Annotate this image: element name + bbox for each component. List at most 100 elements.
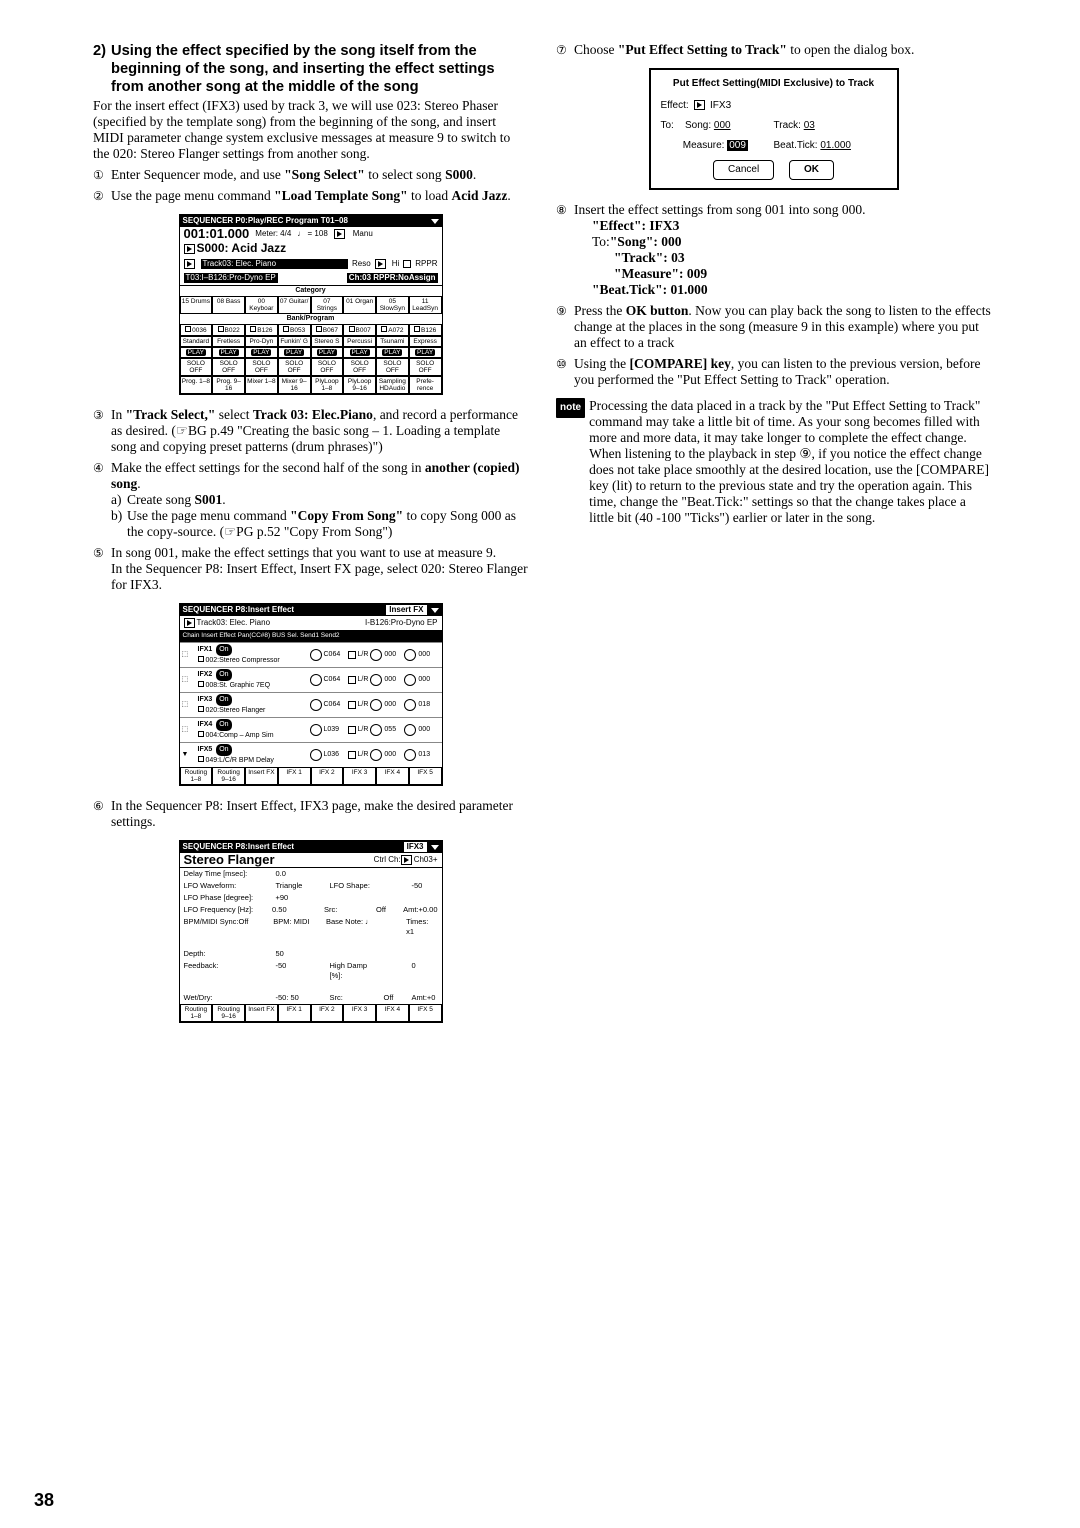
cell[interactable]: Prog. 1–8: [180, 376, 213, 394]
cell[interactable]: Routing 1–8: [180, 767, 213, 785]
param-row[interactable]: Depth:50: [180, 948, 442, 960]
cell[interactable]: Pro-Dyn: [245, 336, 278, 347]
ifx-row[interactable]: ⬚IFX2 On 008:St. Graphic 7EQC064L/R00000…: [180, 667, 442, 692]
dlg-song-value[interactable]: 000: [714, 120, 731, 131]
dlg-measure-value[interactable]: 009: [727, 140, 748, 151]
cell[interactable]: Routing 9–16: [212, 767, 245, 785]
param-row[interactable]: [180, 982, 442, 992]
dlg-beat-value[interactable]: 01.000: [820, 140, 851, 151]
cell[interactable]: PLAY: [409, 347, 442, 358]
cell[interactable]: PlyLoop 9–16: [343, 376, 376, 394]
cell[interactable]: 08 Bass: [212, 296, 245, 314]
cell[interactable]: 15 Drums: [180, 296, 213, 314]
cell[interactable]: Routing 1–8: [180, 1004, 213, 1022]
cell[interactable]: PlyLoop 1–8: [311, 376, 344, 394]
dlg-effect-value[interactable]: IFX3: [710, 100, 731, 111]
dlg-cancel-button[interactable]: Cancel: [713, 160, 774, 180]
cell[interactable]: A072: [376, 324, 409, 336]
cell[interactable]: SOLO OFF: [245, 358, 278, 376]
param-row[interactable]: LFO Frequency [Hz]:0.50Src:OffAmt:+0.00: [180, 904, 442, 916]
cell[interactable]: 05 SlowSyn: [376, 296, 409, 314]
cell[interactable]: IFX 4: [376, 767, 409, 785]
menu-down-icon: [431, 845, 439, 850]
cell[interactable]: 07 Guitar/: [278, 296, 311, 314]
cell[interactable]: 01 Organ: [343, 296, 376, 314]
step-9: ⑨ Press the OK button. Now you can play …: [556, 303, 991, 351]
cell[interactable]: IFX 5: [409, 1004, 442, 1022]
cell[interactable]: Funkin' G: [278, 336, 311, 347]
ifx-row[interactable]: ▼IFX5 On 049:L/C/R BPM DelayL036L/R00001…: [180, 742, 442, 767]
cell[interactable]: Fretless: [212, 336, 245, 347]
cell[interactable]: PLAY: [376, 347, 409, 358]
cell[interactable]: IFX 2: [311, 1004, 344, 1022]
cell[interactable]: Sampling HDAudio: [376, 376, 409, 394]
cell[interactable]: SOLO OFF: [376, 358, 409, 376]
scr2-track[interactable]: Track03: Elec. Piano: [197, 618, 271, 628]
rppr-checkbox[interactable]: [403, 260, 411, 268]
cell[interactable]: PLAY: [212, 347, 245, 358]
cell[interactable]: IFX 2: [311, 767, 344, 785]
cell[interactable]: IFX 4: [376, 1004, 409, 1022]
scr1-rppr: RPPR: [415, 259, 437, 269]
cell[interactable]: Standard: [180, 336, 213, 347]
cell[interactable]: IFX 1: [278, 1004, 311, 1022]
cell[interactable]: B126: [245, 324, 278, 336]
cell[interactable]: Tsunami: [376, 336, 409, 347]
cell[interactable]: Express: [409, 336, 442, 347]
cell[interactable]: IFX 3: [343, 767, 376, 785]
param-row[interactable]: Feedback:-50High Damp [%]:0: [180, 960, 442, 982]
cell[interactable]: IFX 1: [278, 767, 311, 785]
cell[interactable]: 07 Strings: [311, 296, 344, 314]
param-row[interactable]: LFO Phase [degree]:+90: [180, 892, 442, 904]
play-icon[interactable]: [184, 618, 195, 628]
cell[interactable]: B007: [343, 324, 376, 336]
cell[interactable]: Mixer 1–8: [245, 376, 278, 394]
cell[interactable]: Mixer 9–16: [278, 376, 311, 394]
cell[interactable]: PLAY: [180, 347, 213, 358]
dlg-ok-button[interactable]: OK: [789, 160, 834, 180]
cell[interactable]: B053: [278, 324, 311, 336]
cell[interactable]: 0036: [180, 324, 213, 336]
scr1-track[interactable]: Track03: Elec. Piano: [201, 259, 349, 269]
cell[interactable]: SOLO OFF: [180, 358, 213, 376]
cell[interactable]: Stereo S: [311, 336, 344, 347]
ifx-row[interactable]: ⬚IFX4 On 004:Comp – Amp SimL039L/R055000: [180, 717, 442, 742]
param-row[interactable]: [180, 938, 442, 948]
cell[interactable]: B067: [311, 324, 344, 336]
play-icon[interactable]: [184, 244, 195, 254]
play-icon[interactable]: [184, 259, 195, 269]
param-row[interactable]: LFO Waveform:TriangleLFO Shape:-50: [180, 880, 442, 892]
cell[interactable]: PLAY: [311, 347, 344, 358]
ifx-row[interactable]: ⬚IFX1 On 002:Stereo CompressorC064L/R000…: [180, 642, 442, 667]
cell[interactable]: B126: [409, 324, 442, 336]
cell[interactable]: Routing 9–16: [212, 1004, 245, 1022]
param-row[interactable]: BPM/MIDI Sync:OffBPM: MIDIBase Note: ♩Ti…: [180, 916, 442, 938]
cell[interactable]: Prefe- rence: [409, 376, 442, 394]
cell[interactable]: PLAY: [245, 347, 278, 358]
cell[interactable]: Percussi: [343, 336, 376, 347]
cell[interactable]: Insert FX: [245, 767, 278, 785]
cell[interactable]: IFX 5: [409, 767, 442, 785]
ifx-row[interactable]: ⬚IFX3 On 020:Stereo FlangerC064L/R000018: [180, 692, 442, 717]
play-icon[interactable]: [401, 855, 412, 865]
param-row[interactable]: Delay Time [msec]:0.0: [180, 868, 442, 880]
param-row[interactable]: Wet/Dry:-50: 50Src:OffAmt:+0: [180, 992, 442, 1004]
cell[interactable]: SOLO OFF: [212, 358, 245, 376]
cell[interactable]: IFX 3: [343, 1004, 376, 1022]
cell[interactable]: Prog. 9–16: [212, 376, 245, 394]
play-button-icon[interactable]: [334, 229, 345, 239]
cell[interactable]: SOLO OFF: [343, 358, 376, 376]
play-icon[interactable]: [694, 100, 705, 110]
cell[interactable]: 00 Keyboar: [245, 296, 278, 314]
play-icon[interactable]: [375, 259, 386, 269]
cell[interactable]: SOLO OFF: [278, 358, 311, 376]
dlg-track-value[interactable]: 03: [804, 120, 815, 131]
cell[interactable]: PLAY: [278, 347, 311, 358]
cell[interactable]: SOLO OFF: [409, 358, 442, 376]
cell[interactable]: Insert FX: [245, 1004, 278, 1022]
cell[interactable]: B022: [212, 324, 245, 336]
heading-number: 2): [93, 42, 111, 96]
cell[interactable]: 11 LeadSyn: [409, 296, 442, 314]
cell[interactable]: SOLO OFF: [311, 358, 344, 376]
cell[interactable]: PLAY: [343, 347, 376, 358]
